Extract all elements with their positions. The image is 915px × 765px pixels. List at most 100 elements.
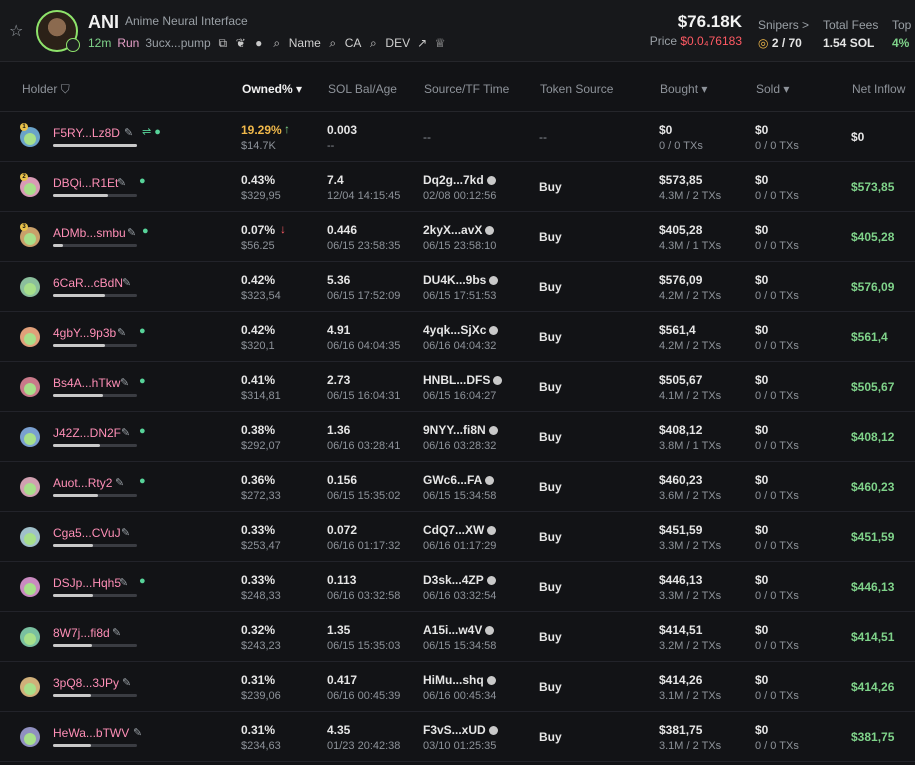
funding-source[interactable]: CdQ7...XW xyxy=(423,523,497,537)
filter-icon[interactable]: ⛉ xyxy=(61,82,70,96)
contract-short[interactable]: 3ucx...pump xyxy=(145,36,210,50)
col-holder[interactable]: Holder ⛉ xyxy=(22,82,70,97)
star-icon[interactable]: ☆ xyxy=(9,24,25,40)
search-name-link[interactable]: Name xyxy=(289,36,321,50)
funding-source[interactable]: F3vS...xUD xyxy=(423,723,498,737)
search-icon: ⌕ xyxy=(329,36,337,50)
wallet-age: 06/16 03:28:41 xyxy=(327,440,401,452)
edit-icon[interactable]: ✎ xyxy=(133,726,142,739)
edit-icon[interactable]: ✎ xyxy=(122,676,131,689)
table-row[interactable]: 2 DBQi...R1Et ✎ ● 0.43% $329,95 7.4 12/0… xyxy=(0,162,915,212)
owned-percent: 0.36% xyxy=(241,473,276,487)
holder-address[interactable]: J42Z...DN2F xyxy=(53,426,121,440)
holder-address[interactable]: Cga5...CVuJ xyxy=(53,526,121,540)
holder-address[interactable]: 3pQ8...3JPy xyxy=(53,676,119,690)
table-row[interactable]: Cga5...CVuJ ✎ 0.33% $253,47 0.072 06/16 … xyxy=(0,512,915,562)
wallet-age: 06/16 04:04:35 xyxy=(327,340,401,352)
table-row[interactable]: 1 F5RY...Lz8D ✎ ⇌ ● 19.29% ↑ $14.7K 0.003… xyxy=(0,112,915,162)
table-row[interactable]: Bs4A...hTkw ✎ ● 0.41% $314,81 2.73 06/15… xyxy=(0,362,915,412)
edit-icon[interactable]: ✎ xyxy=(124,126,133,139)
sol-balance: 0.072 xyxy=(327,523,358,537)
funding-source[interactable]: 2kyX...avX xyxy=(423,223,495,237)
holder-address[interactable]: Bs4A...hTkw xyxy=(53,376,120,390)
table-row[interactable]: J42Z...DN2F ✎ ● 0.38% $292,07 1.36 06/16… xyxy=(0,412,915,462)
owned-percent: 0.42% xyxy=(241,273,276,287)
holder-address[interactable]: DSJp...Hqh5 xyxy=(53,576,121,590)
token-source: Buy xyxy=(539,230,562,244)
bought-usd: $573,85 xyxy=(659,173,703,187)
owned-usd: $272,33 xyxy=(241,490,281,502)
token-source: Buy xyxy=(539,430,562,444)
token-full-name: Anime Neural Interface xyxy=(125,14,248,28)
col-owned[interactable]: Owned% ▾ xyxy=(242,82,302,96)
token-source: Buy xyxy=(539,630,562,644)
coin-icon[interactable]: ● xyxy=(253,37,265,49)
holder-address[interactable]: 8W7j...fi8d xyxy=(53,626,110,640)
holder-address[interactable]: F5RY...Lz8D xyxy=(53,126,120,140)
table-row[interactable]: 4gbY...9p3b ✎ ● 0.42% $320,1 4.91 06/16 … xyxy=(0,312,915,362)
owned-usd: $253,47 xyxy=(241,540,281,552)
col-sold[interactable]: Sold ▾ xyxy=(756,82,789,96)
copy-icon[interactable]: ⧉ xyxy=(217,37,229,49)
sol-balance: 4.35 xyxy=(327,723,351,737)
bought-txs: 3.3M / 2 TXs xyxy=(659,590,722,602)
funding-source[interactable]: DU4K...9bs xyxy=(423,273,499,287)
holder-address[interactable]: HeWa...bTWV xyxy=(53,726,129,740)
edit-icon[interactable]: ✎ xyxy=(127,226,136,239)
edit-icon[interactable]: ✎ xyxy=(112,626,121,639)
search-dev-link[interactable]: DEV xyxy=(385,36,410,50)
holding-bar xyxy=(53,344,137,347)
avatar xyxy=(20,477,40,497)
sol-balance: 7.4 xyxy=(327,173,344,187)
sold-txs: 0 / 0 TXs xyxy=(755,590,799,602)
edit-icon[interactable]: ✎ xyxy=(121,426,130,439)
token-source: Buy xyxy=(539,330,562,344)
sold-txs: 0 / 0 TXs xyxy=(755,290,799,302)
crown-icon[interactable]: ♕ xyxy=(434,37,446,49)
coin-icon xyxy=(488,426,498,436)
holder-address[interactable]: DBQi...R1Et xyxy=(53,176,118,190)
funding-source[interactable]: HiMu...shq xyxy=(423,673,496,687)
table-row[interactable]: 3pQ8...3JPy ✎ 0.31% $239,06 0.417 06/16 … xyxy=(0,662,915,712)
snipers-stat[interactable]: Snipers > ◎ 2 / 70 xyxy=(758,18,809,50)
funding-source[interactable]: 9NYY...fi8N xyxy=(423,423,498,437)
external-link-icon[interactable]: ↗ xyxy=(416,37,428,49)
holder-address[interactable]: ADMb...smbu xyxy=(53,226,126,240)
bought-txs: 3.1M / 2 TXs xyxy=(659,690,722,702)
table-row[interactable]: HeWa...bTWV ✎ 0.31% $234,63 4.35 01/23 2… xyxy=(0,712,915,762)
holder-address[interactable]: 4gbY...9p3b xyxy=(53,326,116,340)
holding-bar xyxy=(53,294,137,297)
table-row[interactable]: 3 ADMb...smbu ✎ ● 0.07% ↓ $56.25 0.446 06… xyxy=(0,212,915,262)
funding-source[interactable]: 4yqk...SjXc xyxy=(423,323,499,337)
bought-txs: 0 / 0 TXs xyxy=(659,140,703,152)
edit-icon[interactable]: ✎ xyxy=(120,376,129,389)
edit-icon[interactable]: ✎ xyxy=(119,576,128,589)
table-row[interactable]: Auot...Rty2 ✎ ● 0.36% $272,33 0.156 06/1… xyxy=(0,462,915,512)
funding-source[interactable]: Dq2g...7kd xyxy=(423,173,496,187)
holder-address[interactable]: Auot...Rty2 xyxy=(53,476,112,490)
edit-icon[interactable]: ✎ xyxy=(117,176,126,189)
funding-time: 06/16 03:32:54 xyxy=(423,590,497,602)
owned-percent: 0.33% xyxy=(241,573,276,587)
bought-usd: $414,51 xyxy=(659,623,703,637)
funding-source[interactable]: -- xyxy=(423,130,431,144)
owned-usd: $234,63 xyxy=(241,740,281,752)
holding-bar xyxy=(53,194,137,197)
table-row[interactable]: 8W7j...fi8d ✎ 0.32% $243,23 1.35 06/15 1… xyxy=(0,612,915,662)
holder-address[interactable]: 6CaR...cBdN xyxy=(53,276,123,290)
table-row[interactable]: DSJp...Hqh5 ✎ ● 0.33% $248,33 0.113 06/1… xyxy=(0,562,915,612)
table-row[interactable]: 6CaR...cBdN ✎ 0.42% $323,54 5.36 06/15 1… xyxy=(0,262,915,312)
leaf-icon[interactable]: ❦ xyxy=(235,37,247,49)
edit-icon[interactable]: ✎ xyxy=(115,476,124,489)
funding-source[interactable]: HNBL...DFS xyxy=(423,373,503,387)
col-bought[interactable]: Bought ▾ xyxy=(660,82,707,96)
search-ca-link[interactable]: CA xyxy=(345,36,362,50)
edit-icon[interactable]: ✎ xyxy=(122,276,131,289)
funding-source[interactable]: GWc6...FA xyxy=(423,473,495,487)
funding-source[interactable]: A15i...w4V xyxy=(423,623,495,637)
funding-source[interactable]: D3sk...4ZP xyxy=(423,573,496,587)
sol-balance: 1.35 xyxy=(327,623,351,637)
edit-icon[interactable]: ✎ xyxy=(117,326,126,339)
bought-usd: $381,75 xyxy=(659,723,703,737)
edit-icon[interactable]: ✎ xyxy=(121,526,130,539)
